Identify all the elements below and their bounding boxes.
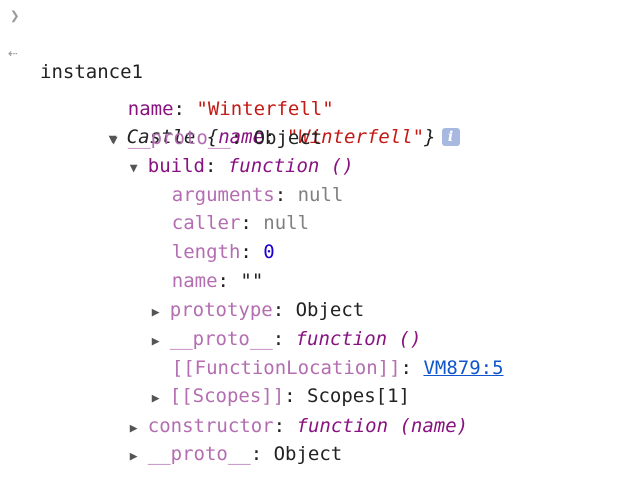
collapsed-triangle-icon[interactable]: ▶ — [130, 443, 148, 471]
property-proto[interactable]: ▼ __proto__: Object — [64, 96, 322, 149]
property-length: length: 0 — [171, 241, 275, 263]
chevron-right-icon: ❯ — [10, 6, 20, 25]
property-arguments: arguments: null — [171, 184, 344, 206]
property-value: Object — [273, 443, 343, 465]
property-prototype[interactable]: ▶ prototype: Object — [106, 268, 364, 321]
property-caller: caller: null — [171, 212, 310, 234]
result-object-header[interactable]: ⇠ ▼ Castle {name: "Winterfell"} i — [0, 39, 636, 148]
property-function-proto[interactable]: ▶ __proto__: function () — [106, 297, 422, 350]
property-key: __proto__ — [147, 443, 251, 465]
property-scopes[interactable]: ▶ [[Scopes]]: Scopes[1] — [106, 354, 410, 407]
close-brace: } — [424, 126, 436, 148]
property-function-name: name: "" — [171, 270, 264, 292]
return-arrow-icon: ⇠ — [8, 43, 18, 62]
property-object-proto[interactable]: ▶ __proto__: Object — [84, 412, 342, 465]
console-input-line: ❯ instance1 — [0, 2, 143, 83]
property-build[interactable]: ▼ build: function () — [84, 124, 354, 177]
property-value: 0 — [263, 241, 275, 263]
devtools-console: ❯ instance1 ⇠ ▼ Castle {name: "Winterfell… — [0, 0, 636, 465]
property-constructor[interactable]: ▶ constructor: function (name) — [84, 384, 468, 437]
info-icon[interactable]: i — [441, 128, 460, 146]
property-name: name: "Winterfell" — [127, 98, 334, 120]
property-function-location: [[FunctionLocation]]: VM879:5 — [171, 357, 504, 379]
function-location-link[interactable]: VM879:5 — [423, 357, 503, 379]
